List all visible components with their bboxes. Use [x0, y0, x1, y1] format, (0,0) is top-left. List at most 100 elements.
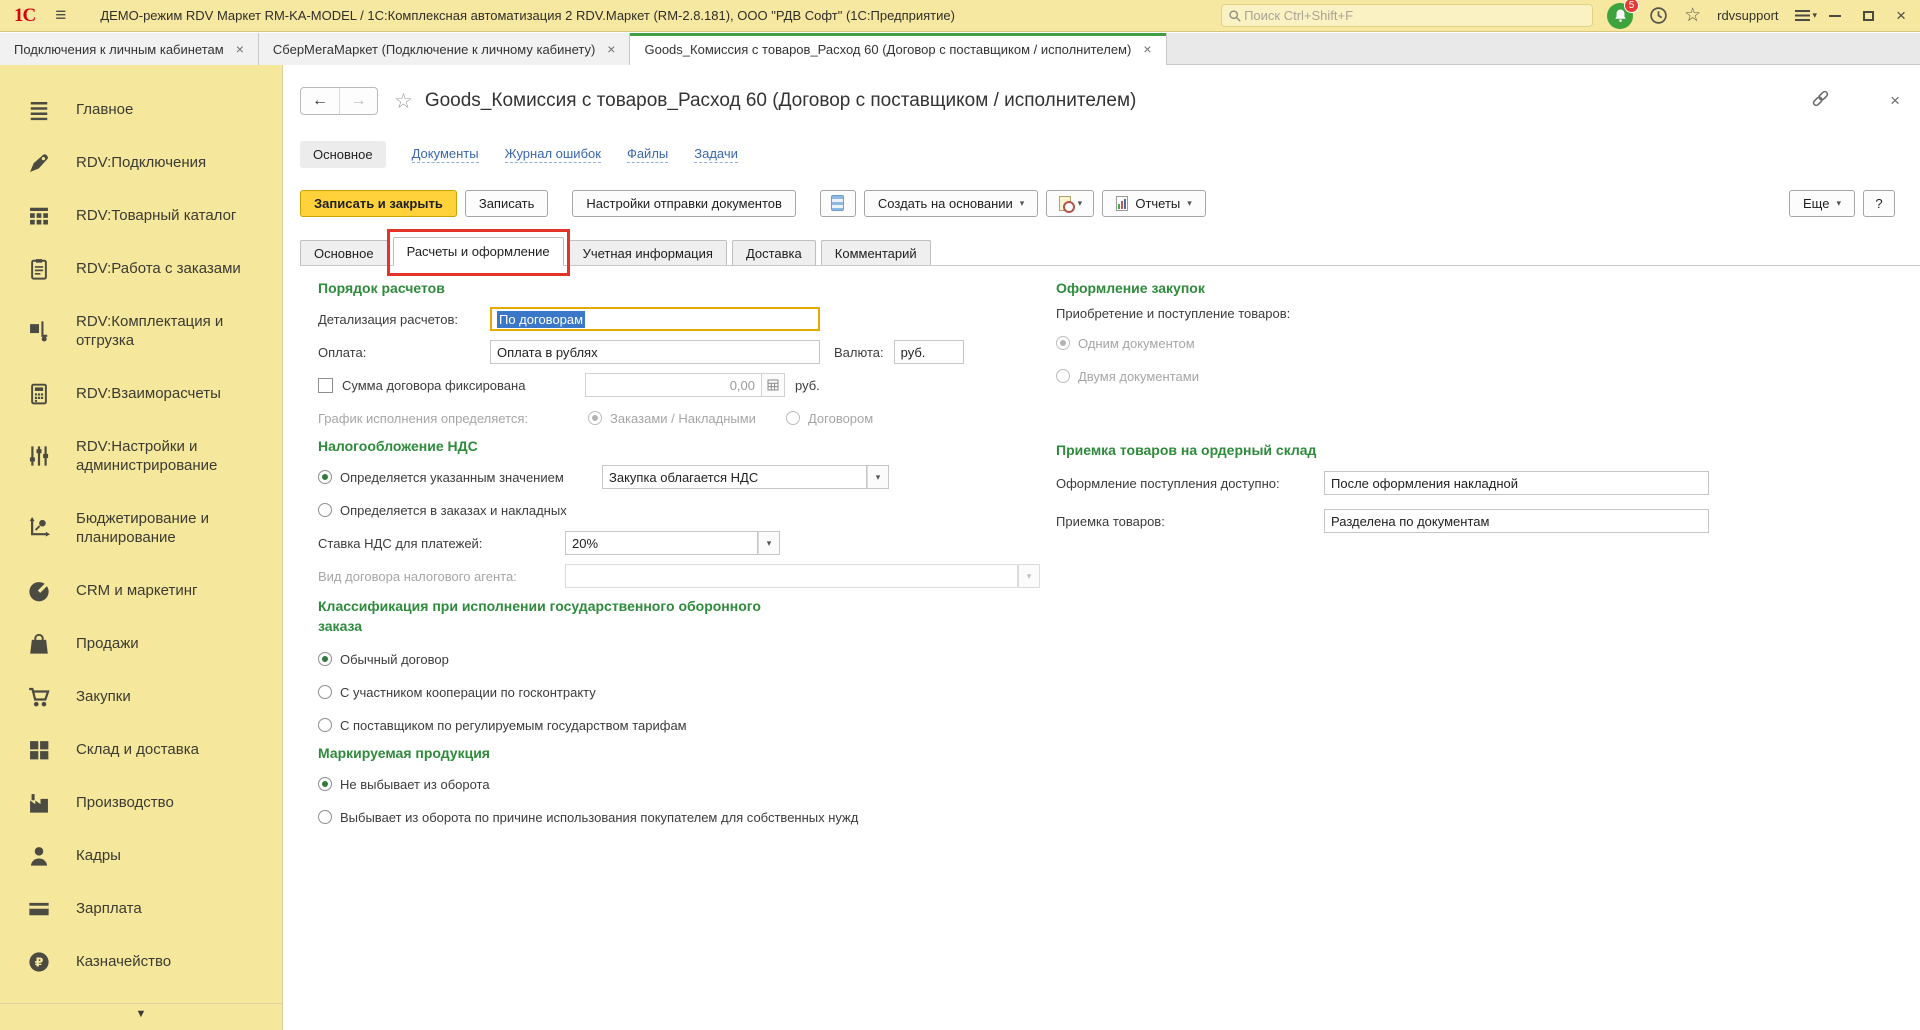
defense-radio-tariffs[interactable] [318, 718, 332, 732]
send-settings-button[interactable]: Настройки отправки документов [572, 190, 796, 217]
sidebar-item-rdv-settlements[interactable]: RDV:Взаиморасчеты [0, 367, 282, 420]
create-task-button[interactable]: ▾ [1046, 190, 1094, 217]
create-based-on-button[interactable]: Создать на основании ▾ [864, 190, 1038, 217]
window-tab-sbermegamarket[interactable]: СберМегаМаркет (Подключение к личному ка… [259, 33, 631, 65]
navlink-error-log[interactable]: Журнал ошибок [505, 146, 601, 163]
currency-label: Валюта: [834, 345, 884, 360]
tab-close-icon[interactable]: × [607, 41, 615, 57]
favorite-star-icon[interactable]: ☆ [394, 89, 413, 114]
tab-main[interactable]: Основное [300, 240, 388, 265]
dropdown-button[interactable]: ▾ [758, 531, 780, 555]
navlink-main[interactable]: Основное [300, 141, 386, 168]
fixed-sum-checkbox[interactable] [318, 378, 333, 393]
service-menu-icon [1795, 10, 1810, 21]
currency-input[interactable]: руб. [894, 340, 964, 364]
fixed-sum-input[interactable]: 0,00 [585, 373, 785, 397]
tab-close-icon[interactable]: × [236, 41, 244, 57]
radio-label: Определяется указанным значением [340, 470, 602, 485]
sidebar-item-rdv-catalog[interactable]: RDV:Товарный каталог [0, 189, 282, 242]
vat-rate-combobox[interactable]: 20% ▾ [565, 531, 780, 555]
sidebar-item-crm[interactable]: CRM и маркетинг [0, 564, 282, 617]
sidebar-item-purchasing[interactable]: Закупки [0, 670, 282, 723]
sidebar-item-financial-result[interactable]: Финансовый результат и контроллинг [0, 988, 282, 1003]
dropdown-button[interactable]: ▾ [1018, 564, 1040, 588]
structure-icon [831, 195, 844, 211]
form-tab-bar: Основное Расчеты и оформление Учетная ин… [300, 237, 1920, 266]
radio-label: Одним документом [1078, 336, 1195, 351]
navlink-files[interactable]: Файлы [627, 146, 668, 163]
defense-radio-cooperation[interactable] [318, 685, 332, 699]
defense-radio-normal[interactable] [318, 652, 332, 666]
main-menu-icon[interactable]: ≡ [55, 6, 66, 25]
sidebar-item-rdv-admin[interactable]: RDV:Настройки и администрирование [0, 420, 282, 492]
tab-accounting-info[interactable]: Учетная информация [569, 240, 727, 265]
tab-calculations[interactable]: Расчеты и оформление [393, 237, 564, 266]
sidebar-item-budgeting[interactable]: Бюджетирование и планирование [0, 492, 282, 564]
cart-icon [28, 686, 50, 708]
form-close-button[interactable]: × [1890, 91, 1900, 111]
sidebar-item-rdv-shipping[interactable]: RDV:Комплектация и отгрузка [0, 295, 282, 367]
sidebar-item-warehouse[interactable]: Склад и доставка [0, 723, 282, 776]
back-button[interactable]: ← [301, 88, 339, 114]
save-button[interactable]: Записать [465, 190, 549, 217]
navlink-tasks[interactable]: Задачи [694, 146, 738, 163]
favorites-button[interactable]: ☆ [1684, 4, 1701, 27]
help-button[interactable]: ? [1863, 190, 1895, 217]
calculator-button[interactable] [761, 374, 784, 396]
purchases-radio-two-docs[interactable] [1056, 369, 1070, 383]
receiving-available-input[interactable]: После оформления накладной [1324, 471, 1709, 495]
vat-value-combobox[interactable]: Закупка облагается НДС ▾ [602, 465, 889, 489]
window-tab-goods-contract[interactable]: Goods_Комиссия с товаров_Расход 60 (Дого… [630, 33, 1166, 65]
save-and-close-button[interactable]: Записать и закрыть [300, 190, 457, 217]
tab-close-icon[interactable]: × [1143, 41, 1151, 57]
window-close-button[interactable]: × [1896, 7, 1906, 24]
sidebar-item-rdv-connections[interactable]: RDV:Подключения [0, 136, 282, 189]
sidebar-item-treasury[interactable]: ₽ Казначейство [0, 935, 282, 988]
current-user[interactable]: rdvsupport [1717, 8, 1778, 23]
purchases-subtitle: Приобретение и поступление товаров: [1056, 306, 1290, 321]
subordination-structure-button[interactable] [820, 190, 856, 217]
tab-delivery[interactable]: Доставка [732, 240, 816, 265]
reports-button[interactable]: Отчеты ▾ [1102, 190, 1205, 217]
vat-by-value-radio[interactable] [318, 470, 332, 484]
marking-radio-stays[interactable] [318, 777, 332, 791]
selected-text: По договорам [497, 311, 585, 328]
minimize-button[interactable] [1829, 15, 1841, 17]
tab-comment[interactable]: Комментарий [821, 240, 931, 265]
notifications-button[interactable]: 5 [1607, 3, 1633, 29]
purchases-radio-one-doc[interactable] [1056, 336, 1070, 350]
sidebar-item-production[interactable]: Производство [0, 776, 282, 829]
sidebar-item-salary[interactable]: Зарплата [0, 882, 282, 935]
sidebar-item-sales[interactable]: Продажи [0, 617, 282, 670]
dropdown-button[interactable]: ▾ [867, 465, 889, 489]
marking-radio-leaves[interactable] [318, 810, 332, 824]
button-label: Еще [1803, 196, 1829, 211]
restore-button[interactable] [1863, 11, 1874, 21]
schedule-radio-contract[interactable] [786, 411, 800, 425]
field-value: Оплата в рублях [497, 345, 598, 360]
sidebar-scroll-down[interactable]: ▼ [0, 1003, 282, 1030]
sidebar-item-hr[interactable]: Кадры [0, 829, 282, 882]
agent-contract-combobox[interactable]: ▾ [565, 564, 1040, 588]
detail-input[interactable]: По договорам [490, 307, 820, 331]
service-menu-button[interactable]: ▾ [1795, 10, 1818, 21]
section-vat-title: Налогообложение НДС [318, 438, 1063, 454]
schedule-radio-orders[interactable] [588, 411, 602, 425]
get-link-button[interactable] [1811, 89, 1830, 113]
forward-button[interactable]: → [339, 88, 377, 114]
handtruck-icon [28, 320, 50, 342]
button-label: Отчеты [1135, 196, 1180, 211]
vat-by-orders-radio[interactable] [318, 503, 332, 517]
receiving-goods-input[interactable]: Разделена по документам [1324, 509, 1709, 533]
more-button[interactable]: Еще ▾ [1789, 190, 1855, 217]
history-button[interactable] [1649, 6, 1668, 25]
search-input[interactable] [1242, 7, 1586, 24]
1c-logo: 1С [14, 5, 35, 27]
window-tab-connections[interactable]: Подключения к личным кабинетам × [0, 33, 259, 65]
payment-input[interactable]: Оплата в рублях [490, 340, 820, 364]
global-search[interactable] [1221, 4, 1593, 27]
sliders-icon [28, 445, 50, 467]
navlink-documents[interactable]: Документы [412, 146, 479, 163]
sidebar-item-main[interactable]: Главное [0, 83, 282, 136]
sidebar-item-rdv-orders[interactable]: RDV:Работа с заказами [0, 242, 282, 295]
